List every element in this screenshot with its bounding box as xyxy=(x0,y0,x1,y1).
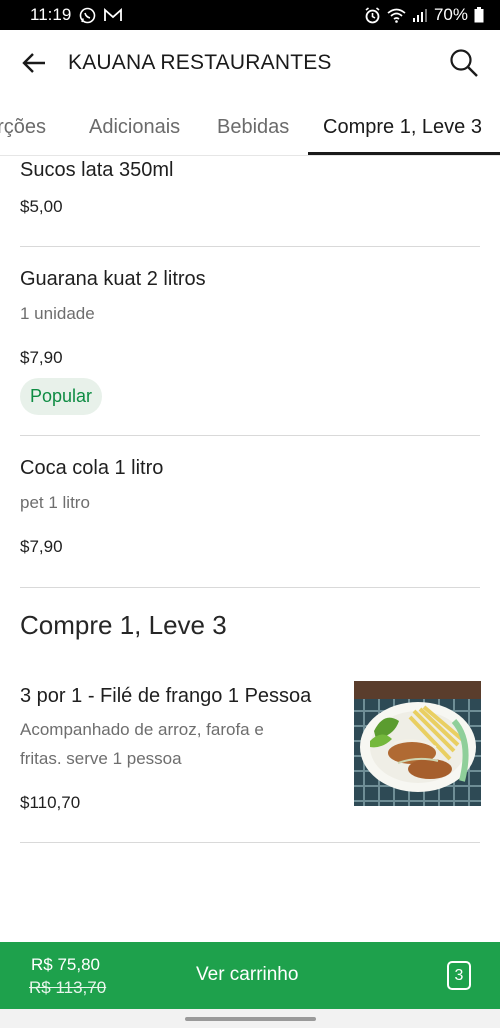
page-title: KAUANA RESTAURANTES xyxy=(68,51,332,74)
item-name: Coca cola 1 litro xyxy=(20,457,164,479)
divider xyxy=(20,587,480,588)
home-gesture-handle[interactable] xyxy=(185,1017,316,1021)
cart-item-count: 3 xyxy=(447,961,471,990)
item-price: $7,90 xyxy=(20,537,63,556)
tab-compre-1-leve-3[interactable]: Compre 1, Leve 3 xyxy=(323,116,482,139)
popular-badge: Popular xyxy=(20,378,103,415)
section-title: Compre 1, Leve 3 xyxy=(20,610,227,640)
tab-bebidas[interactable]: Bebidas xyxy=(217,116,289,139)
cart-original-price: R$ 113,70 xyxy=(29,978,107,997)
status-bar: 11:19 70% xyxy=(0,0,500,30)
item-name: Sucos lata 350ml xyxy=(20,159,174,181)
tab-porcoes[interactable]: orções xyxy=(0,116,46,139)
active-tab-indicator xyxy=(308,152,500,155)
mail-icon xyxy=(104,8,123,22)
item-name: Guarana kuat 2 litros xyxy=(20,268,206,290)
back-button[interactable] xyxy=(20,49,48,77)
category-tabs: orções Adicionais Bebidas Compre 1, Leve… xyxy=(0,96,500,156)
status-time: 11:19 xyxy=(30,5,72,24)
item-price: $5,00 xyxy=(20,197,63,216)
item-description-line2: fritas. serve 1 pessoa xyxy=(20,749,182,768)
wifi-icon xyxy=(387,8,406,23)
item-description-line1: Acompanhado de arroz, farofa e xyxy=(20,720,264,739)
arrow-left-icon xyxy=(22,53,45,73)
alarm-icon xyxy=(364,6,381,24)
divider xyxy=(20,842,480,843)
battery-icon xyxy=(474,7,484,23)
signal-icon xyxy=(412,8,428,22)
battery-level: 70% xyxy=(433,5,468,24)
food-image[interactable] xyxy=(354,681,481,806)
cart-label: Ver carrinho xyxy=(196,964,299,985)
divider xyxy=(20,435,480,436)
view-cart-button[interactable]: R$ 75,80 R$ 113,70 Ver carrinho 3 xyxy=(0,942,500,1009)
menu-item-file-frango[interactable]: 3 por 1 - Filé de frango 1 Pessoa xyxy=(20,685,350,708)
item-description: pet 1 litro xyxy=(20,493,90,512)
menu-item-guarana[interactable]: Guarana kuat 2 litros xyxy=(20,268,480,291)
cart-total-price: R$ 75,80 xyxy=(31,955,100,974)
search-button[interactable] xyxy=(448,47,480,79)
menu-item-sucos[interactable]: Sucos lata 350ml xyxy=(20,159,480,182)
tab-adicionais[interactable]: Adicionais xyxy=(89,116,180,139)
item-price: $7,90 xyxy=(20,348,63,367)
app-bar: KAUANA RESTAURANTES xyxy=(0,30,500,96)
item-name: 3 por 1 - Filé de frango 1 Pessoa xyxy=(20,685,312,707)
menu-item-coca-cola[interactable]: Coca cola 1 litro xyxy=(20,457,480,480)
item-description: 1 unidade xyxy=(20,304,95,323)
whatsapp-icon xyxy=(79,7,96,24)
system-nav-bar xyxy=(0,1009,500,1028)
search-icon xyxy=(450,49,478,77)
divider xyxy=(20,246,480,247)
